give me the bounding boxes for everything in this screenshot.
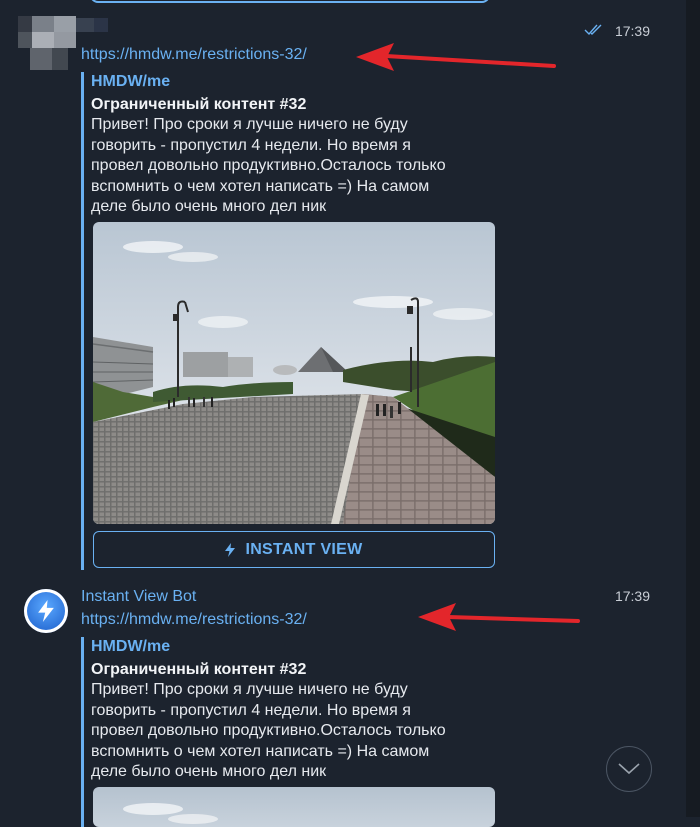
double-check-icon [584, 24, 602, 36]
preview-site-name: HMDW/me [91, 73, 171, 90]
bot-avatar[interactable] [24, 589, 68, 633]
lightning-icon [225, 542, 236, 557]
red-arrow-icon [356, 43, 556, 71]
message-link[interactable]: https://hmdw.me/restrictions-32/ [81, 46, 307, 64]
description-line: говорить - пропустил 4 недели. Но время … [91, 701, 411, 719]
window-edge [686, 0, 700, 817]
link-rest: ://hmdw.me/restrictions-32/ [115, 46, 307, 63]
preview-title: Ограниченный контент #32 [91, 661, 307, 678]
sender-name[interactable]: Instant View Bot [81, 588, 196, 606]
message-time: 17:39 [614, 23, 650, 39]
preview-site-name: HMDW/me [91, 638, 171, 655]
message-2: Instant View Bot 17:39 https://hmdw.me/r… [0, 580, 686, 827]
description-line: провел довольно продуктивно.Осталось тол… [91, 157, 446, 174]
description-line: провел довольно продуктивно.Осталось тол… [91, 722, 446, 739]
message-link[interactable]: https://hmdw.me/restrictions-32/ [81, 611, 307, 629]
preview-photo[interactable] [93, 222, 495, 524]
description-line: деле было очень много дел ник [91, 763, 327, 780]
preview-description: Привет! Про сроки я лучше ничего не буду… [91, 115, 486, 218]
instant-view-label: INSTANT VIEW [245, 540, 363, 558]
scroll-down-button[interactable] [606, 746, 652, 792]
previous-message-edge [90, 0, 490, 3]
preview-title: Ограниченный контент #32 [91, 96, 307, 113]
description-line: вспомнить о чем хотел написать =) На сам… [91, 177, 430, 195]
link-preview[interactable]: HMDW/me Ограниченный контент #32 Привет!… [81, 637, 501, 827]
description-line: Привет! Про сроки я лучше ничего не буду [91, 116, 408, 133]
description-line: Привет! Про сроки я лучше ничего не буду [91, 681, 408, 698]
red-arrow-icon [418, 603, 580, 631]
description-line: говорить - пропустил 4 недели. Но время … [91, 136, 411, 154]
instant-view-button[interactable]: INSTANT VIEW [93, 531, 495, 568]
description-line: вспомнить о чем хотел написать =) На сам… [91, 742, 430, 760]
lightning-icon [38, 600, 54, 622]
description-line: деле было очень много дел ник [91, 198, 327, 215]
link-preview[interactable]: HMDW/me Ограниченный контент #32 Привет!… [81, 72, 501, 570]
preview-photo[interactable] [93, 787, 495, 827]
preview-description: Привет! Про сроки я лучше ничего не буду… [91, 680, 486, 783]
message-time: 17:39 [614, 588, 650, 604]
chevron-down-icon [618, 763, 640, 775]
message-1: 17:39 https://hmdw.me/restrictions-32/ H… [0, 0, 686, 580]
link-prefix: https [81, 46, 116, 63]
